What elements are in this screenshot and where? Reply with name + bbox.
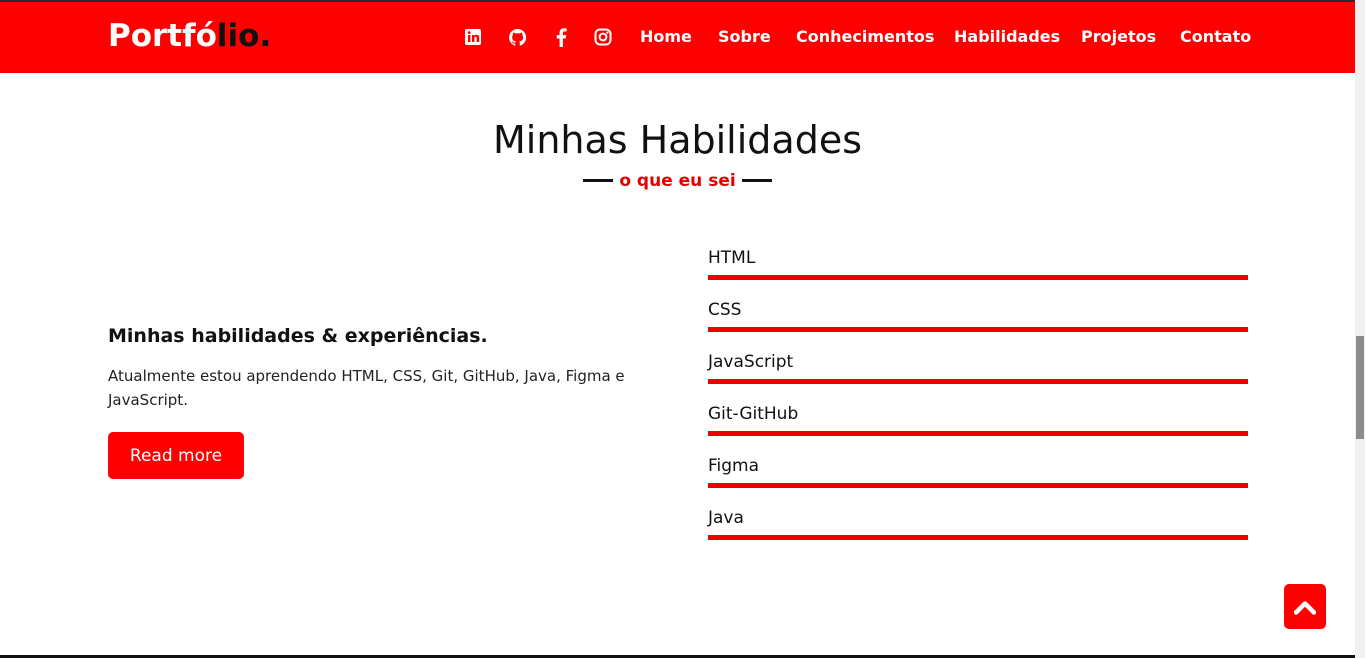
nav-link-habilidades[interactable]: Habilidades: [954, 27, 1060, 46]
scrollbar-track[interactable]: [1355, 0, 1365, 658]
skill-item-html: HTML: [708, 248, 1248, 288]
skill-item-javascript: JavaScript: [708, 352, 1248, 392]
subtitle-dash-right: [741, 178, 772, 182]
skill-item-java: Java: [708, 508, 1248, 548]
skill-bar-fill: [708, 535, 1248, 540]
skill-bar-fill: [708, 327, 1248, 332]
skill-name: Git-GitHub: [708, 404, 799, 424]
skill-name: HTML: [708, 248, 756, 268]
logo[interactable]: Portfólio.: [108, 18, 271, 54]
nav-link-sobre[interactable]: Sobre: [718, 27, 771, 46]
skill-bar: [708, 379, 1248, 384]
skill-bar: [708, 535, 1248, 540]
section-subtitle: o que eu sei: [0, 171, 1355, 191]
skill-bar: [708, 431, 1248, 436]
skill-bar: [708, 327, 1248, 332]
read-more-button[interactable]: Read more: [108, 432, 244, 479]
nav-link-contato[interactable]: Contato: [1180, 27, 1251, 46]
skill-bar-fill: [708, 483, 1248, 488]
skill-name: Java: [708, 508, 744, 528]
logo-text-primary: Portfó: [108, 18, 217, 54]
linkedin-icon[interactable]: [463, 27, 483, 47]
subtitle-dash-left: [583, 178, 614, 182]
scrollbar-thumb[interactable]: [1356, 336, 1364, 439]
skill-name: CSS: [708, 300, 742, 320]
chevron-up-icon: [1294, 600, 1316, 615]
github-icon[interactable]: [507, 27, 527, 47]
skill-bar: [708, 483, 1248, 488]
facebook-icon[interactable]: [551, 27, 571, 47]
nav-link-projetos[interactable]: Projetos: [1081, 27, 1156, 46]
logo-text-secondary: lio.: [216, 18, 272, 54]
skill-item-figma: Figma: [708, 456, 1248, 496]
about-heading: Minhas habilidades & experiências.: [108, 325, 488, 347]
skill-bar-fill: [708, 379, 1248, 384]
about-text: Atualmente estou aprendendo HTML, CSS, G…: [108, 367, 625, 409]
skill-name: JavaScript: [708, 352, 794, 372]
navbar: Portfólio. Home Sobre Conhecimentos Habi…: [0, 2, 1355, 73]
skill-bar-fill: [708, 431, 1248, 436]
instagram-icon[interactable]: [593, 27, 613, 47]
skill-item-git-github: Git-GitHub: [708, 404, 1248, 444]
section-title: Minhas Habilidades: [492, 118, 863, 162]
scroll-to-top-button[interactable]: [1284, 584, 1326, 629]
skill-bar: [708, 275, 1248, 280]
nav-link-home[interactable]: Home: [640, 27, 692, 46]
skill-item-css: CSS: [708, 300, 1248, 340]
nav-link-conhecimentos[interactable]: Conhecimentos: [796, 27, 934, 46]
subtitle-text: o que eu sei: [619, 171, 736, 191]
skill-bar-fill: [708, 275, 1248, 280]
skill-name: Figma: [708, 456, 760, 476]
